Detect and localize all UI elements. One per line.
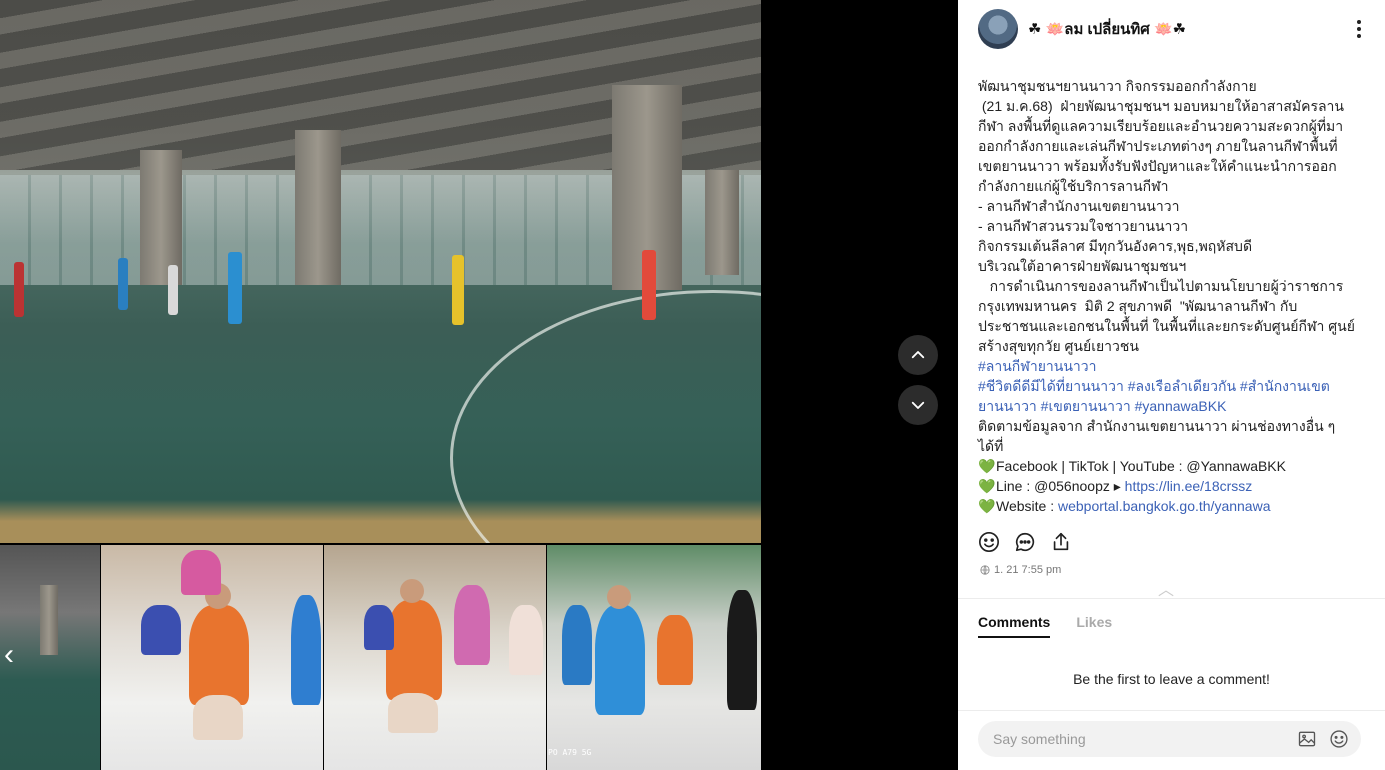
thumbnail-strip — [0, 545, 761, 770]
caption-line: พัฒนาชุมชนฯยานนาวา กิจกรรมออกกำลังกาย — [978, 78, 1257, 94]
comment-tabs: Comments Likes — [978, 614, 1112, 638]
dancer — [727, 590, 757, 710]
line-contact: 💚Line : @056noopz ▸ https://lin.ee/18crs… — [978, 476, 1368, 496]
tab-comments[interactable]: Comments — [978, 614, 1051, 638]
thumbnail[interactable] — [0, 545, 100, 770]
thumbnail[interactable] — [101, 545, 323, 770]
social-text: Facebook | TikTok | YouTube : @YannawaBK… — [996, 458, 1286, 474]
chair — [141, 605, 181, 655]
next-post-button[interactable] — [898, 385, 938, 425]
player — [14, 262, 24, 317]
player — [452, 255, 464, 325]
green-heart-icon: 💚 — [978, 458, 996, 474]
chevron-down-icon — [911, 401, 925, 409]
player — [228, 252, 242, 324]
photo-pillar — [705, 170, 739, 275]
dancer — [386, 600, 442, 700]
caption-line: - ลานกีฬาสวนรวมใจชาวยานนาวา — [978, 218, 1189, 234]
empty-comments-text: Be the first to leave a comment! — [1073, 671, 1270, 687]
caption-line: ติดตามข้อมูลจาก สำนักงานเขตยานนาวา ผ่านช… — [978, 418, 1336, 434]
hashtag-link[interactable]: #ลานกีฬายานนาวา — [978, 356, 1368, 376]
post-detail-panel: ☘︎ 🪷ลม เปลี่ยนทิศ 🪷☘︎ พัฒนาชุมชนฯยานนาวา… — [958, 0, 1385, 770]
green-heart-icon: 💚 — [978, 478, 996, 494]
image-icon[interactable] — [1297, 729, 1317, 749]
divider — [958, 710, 1385, 711]
caption-line: ได้ที่ — [978, 438, 1004, 454]
thumb-pillar — [40, 585, 58, 655]
dancer-head — [400, 579, 424, 603]
hashtag-link[interactable]: #ชีวิตดีดีมีได้ที่ยานนาวา #ลงเรือลำเดียว… — [978, 376, 1368, 396]
caption-line: (21 ม.ค.68) ฝ่ายพัฒนาชุมชนฯ มอบหมายให้อา… — [978, 98, 1344, 114]
main-photo[interactable] — [0, 0, 761, 543]
dancer — [509, 605, 543, 675]
chevron-up-icon — [911, 351, 925, 359]
caption-line: กรุงเทพมหานคร มิติ 2 สุขภาพดี "พัฒนาลานก… — [978, 298, 1298, 314]
court-line — [450, 290, 761, 543]
globe-icon — [980, 565, 990, 575]
caption-line: กิจกรรมเต้นลีลาศ มีทุกวันอังคาร,พุธ,พฤหั… — [978, 238, 1253, 254]
thumb-prev-icon[interactable]: ‹ — [4, 640, 14, 670]
caption-line: สร้างสุขทุกวัย ศูนย์เยาวชน — [978, 338, 1139, 354]
dancer — [595, 605, 645, 715]
caption-line: กำลังกายแก่ผู้ใช้บริการลานกีฬา — [978, 178, 1169, 194]
dancer-skirt — [193, 695, 243, 740]
smile-icon[interactable] — [978, 531, 1000, 553]
thumbnail[interactable] — [324, 545, 546, 770]
caption-line: บริเวณใต้อาคารฝ่ายพัฒนาชุมชนฯ — [978, 258, 1187, 274]
media-viewer: ‹ PO A79 5G — [0, 0, 958, 770]
prev-post-button[interactable] — [898, 335, 938, 375]
more-vertical-icon[interactable] — [1349, 19, 1369, 39]
post-timestamp: 1. 21 7:55 pm — [980, 564, 1061, 576]
collapse-caret-icon[interactable]: ︿ — [1158, 576, 1174, 600]
caption-line: ประชาชนและเอกชนในพื้นที่ ในพื้นที่และยกร… — [978, 318, 1355, 334]
website-label: Website : — [996, 498, 1058, 514]
comment-box — [978, 721, 1361, 757]
camera-watermark: PO A79 5G — [548, 748, 592, 757]
photo-pillar — [295, 130, 341, 285]
line-label: Line : @056noopz ▸ — [996, 478, 1125, 494]
caption-line: เขตยานนาวา พร้อมทั้งรับฟังปัญหาและให้คำแ… — [978, 158, 1337, 174]
tab-likes[interactable]: Likes — [1076, 614, 1112, 638]
post-header: ☘︎ 🪷ลม เปลี่ยนทิศ 🪷☘︎ — [978, 9, 1373, 49]
comment-input[interactable] — [991, 730, 1297, 748]
emoji-icon[interactable] — [1329, 729, 1349, 749]
player — [118, 258, 128, 310]
username[interactable]: ☘︎ 🪷ลม เปลี่ยนทิศ 🪷☘︎ — [1028, 17, 1186, 41]
dancer — [189, 605, 249, 705]
dancer-head — [607, 585, 631, 609]
caption-line: กีฬา ลงพื้นที่ดูแลความเรียบร้อยและอำนวยค… — [978, 118, 1344, 134]
dancer — [291, 595, 321, 705]
dancer-skirt — [388, 693, 438, 733]
dancer — [181, 550, 221, 595]
chair — [364, 605, 394, 650]
social-line: 💚Facebook | TikTok | YouTube : @YannawaB… — [978, 456, 1368, 476]
post-actions — [978, 531, 1072, 553]
caption-line: - ลานกีฬาสำนักงานเขตยานนาวา — [978, 198, 1180, 214]
dancer — [657, 615, 693, 685]
caption-line: ออกกำลังกายและเล่นกีฬาประเภทต่างๆ ภายในล… — [978, 138, 1338, 154]
share-icon[interactable] — [1050, 531, 1072, 553]
thumbnail[interactable] — [547, 545, 761, 770]
dancer — [562, 605, 592, 685]
website-contact: 💚Website : webportal.bangkok.go.th/yanna… — [978, 496, 1368, 516]
dancer — [454, 585, 490, 665]
green-heart-icon: 💚 — [978, 498, 996, 514]
line-link[interactable]: https://lin.ee/18crssz — [1125, 478, 1253, 494]
timestamp-text: 1. 21 7:55 pm — [994, 564, 1062, 576]
website-link[interactable]: webportal.bangkok.go.th/yannawa — [1058, 498, 1270, 514]
player — [642, 250, 656, 320]
comment-icon[interactable] — [1014, 531, 1036, 553]
caption-line: การดำเนินการของลานกีฬาเป็นไปตามนโยบายผู้… — [978, 278, 1344, 294]
post-caption: พัฒนาชุมชนฯยานนาวา กิจกรรมออกกำลังกาย (2… — [978, 76, 1368, 516]
hashtag-link[interactable]: ยานนาวา #เขตยานนาวา #yannawaBKK — [978, 396, 1368, 416]
divider — [958, 598, 1385, 599]
avatar[interactable] — [978, 9, 1018, 49]
player — [168, 265, 178, 315]
